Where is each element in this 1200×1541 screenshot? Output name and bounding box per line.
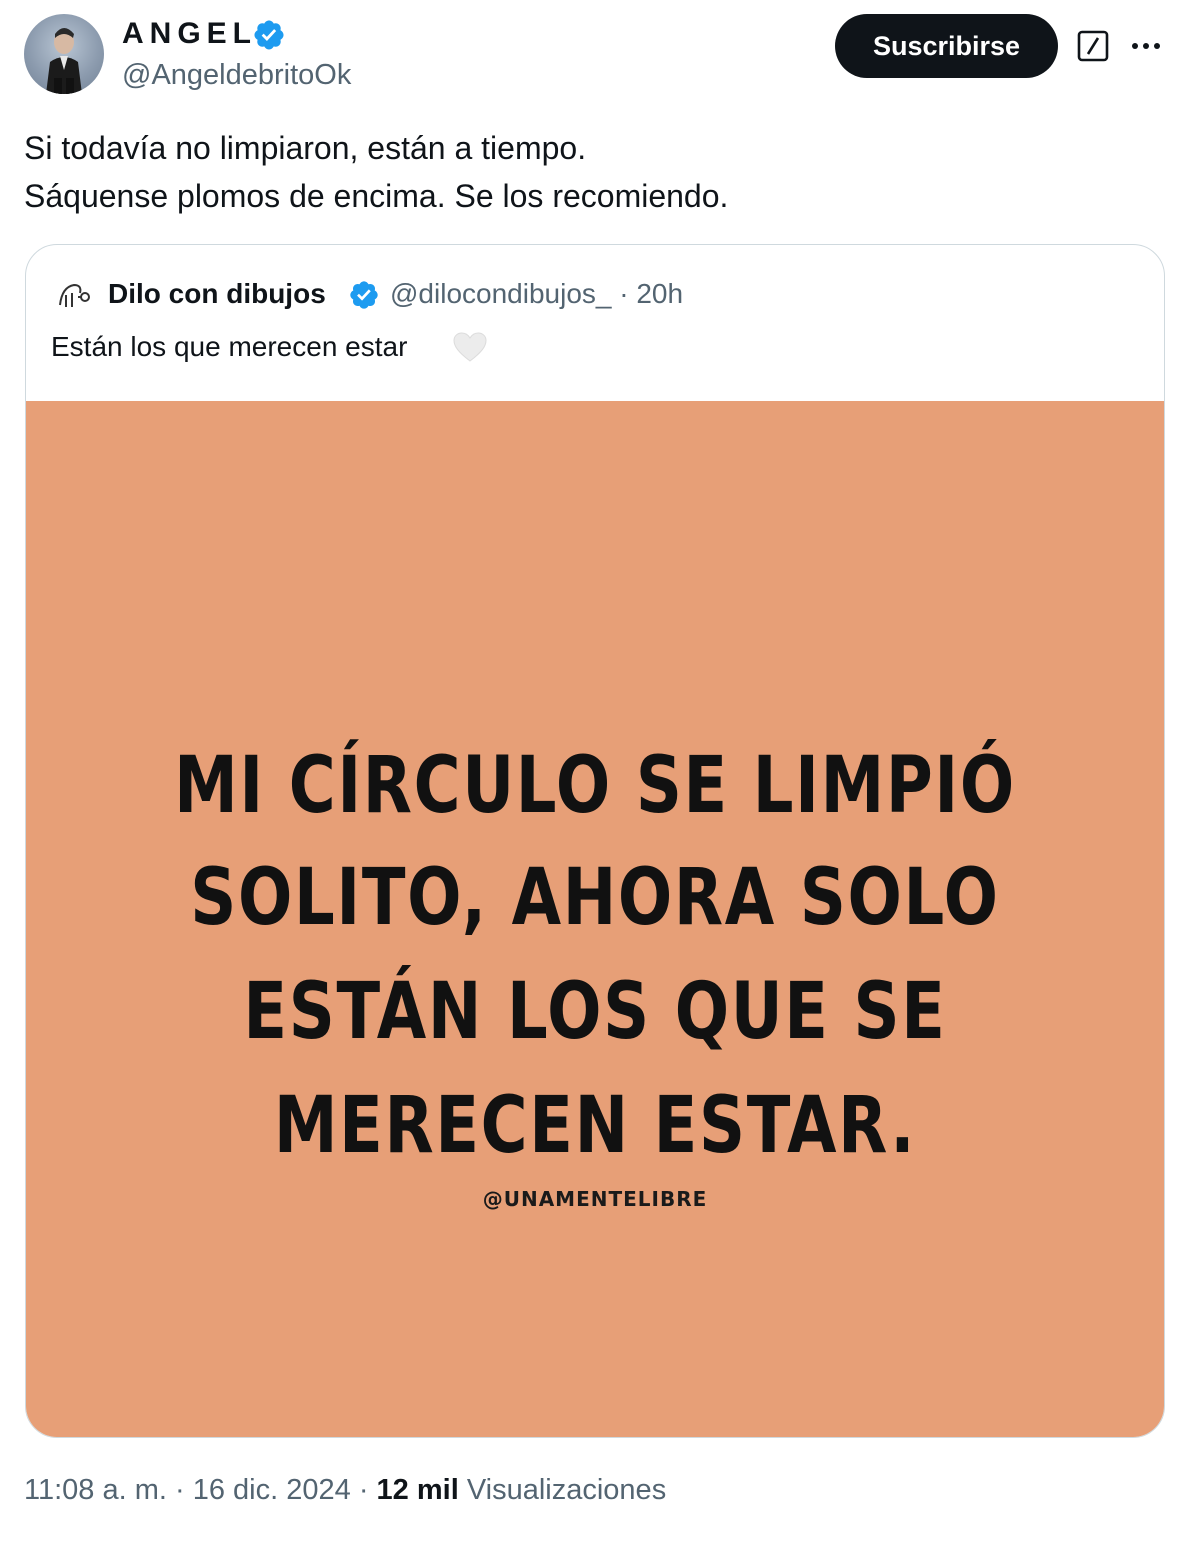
image-text-line: ESTÁN LOS QUE SE — [243, 967, 947, 1057]
tweet-text: Si todavía no limpiaron, están a tiempo.… — [24, 124, 1174, 220]
views-label[interactable]: Visualizaciones — [467, 1474, 666, 1506]
tweet-footer: 11:08 a. m. · 16 dic. 2024 · 12 mil Visu… — [24, 1470, 666, 1510]
views-count[interactable]: 12 mil — [377, 1474, 459, 1506]
tweet-date[interactable]: 16 dic. 2024 — [193, 1474, 351, 1506]
quote-author-name[interactable]: Dilo con dibujos — [108, 277, 326, 311]
tweet-text-line: Sáquense plomos de encima. Se los recomi… — [24, 178, 729, 214]
quote-verified-badge-icon[interactable] — [348, 279, 380, 311]
image-text-line: MI CÍRCULO SE LIMPIÓ — [174, 741, 1016, 831]
verified-badge-icon[interactable] — [252, 18, 286, 52]
quote-separator: · — [619, 278, 629, 309]
quoted-tweet-card[interactable]: Dilo con dibujos @dilocondibujos_ · 20h … — [25, 244, 1165, 1438]
grok-slash-icon[interactable] — [1077, 30, 1109, 62]
author-handle[interactable]: @AngeldebritoOk — [122, 58, 351, 92]
quote-time[interactable]: 20h — [636, 278, 683, 309]
author-avatar[interactable] — [24, 14, 104, 94]
tweet-text-line: Si todavía no limpiaron, están a tiempo. — [24, 130, 587, 166]
image-text-line: SOLITO, AHORA SOLO — [190, 853, 1000, 943]
author-name[interactable]: ANGEL — [122, 16, 257, 52]
quote-image[interactable]: MI CÍRCULO SE LIMPIÓ SOLITO, AHORA SOLO … — [26, 401, 1164, 1437]
quote-text: Están los que merecen estar — [51, 331, 408, 362]
image-credit: @UNAMENTELIBRE — [482, 1187, 708, 1211]
footer-separator: · — [175, 1474, 185, 1506]
quote-avatar-drawing-icon[interactable] — [54, 275, 94, 315]
quote-handle[interactable]: @dilocondibujos_ — [390, 278, 611, 309]
image-text-line: MERECEN ESTAR. — [273, 1081, 917, 1171]
avatar-person-icon — [46, 28, 82, 94]
tweet-time[interactable]: 11:08 a. m. — [24, 1474, 167, 1506]
more-options-icon[interactable] — [1130, 36, 1162, 56]
quote-meta: @dilocondibujos_ · 20h — [390, 277, 683, 311]
footer-separator: · — [358, 1474, 369, 1506]
white-heart-icon — [453, 332, 487, 362]
subscribe-button[interactable]: Suscribirse — [835, 14, 1058, 78]
tweet-header: ANGEL @AngeldebritoOk Suscribirse — [0, 0, 1200, 110]
